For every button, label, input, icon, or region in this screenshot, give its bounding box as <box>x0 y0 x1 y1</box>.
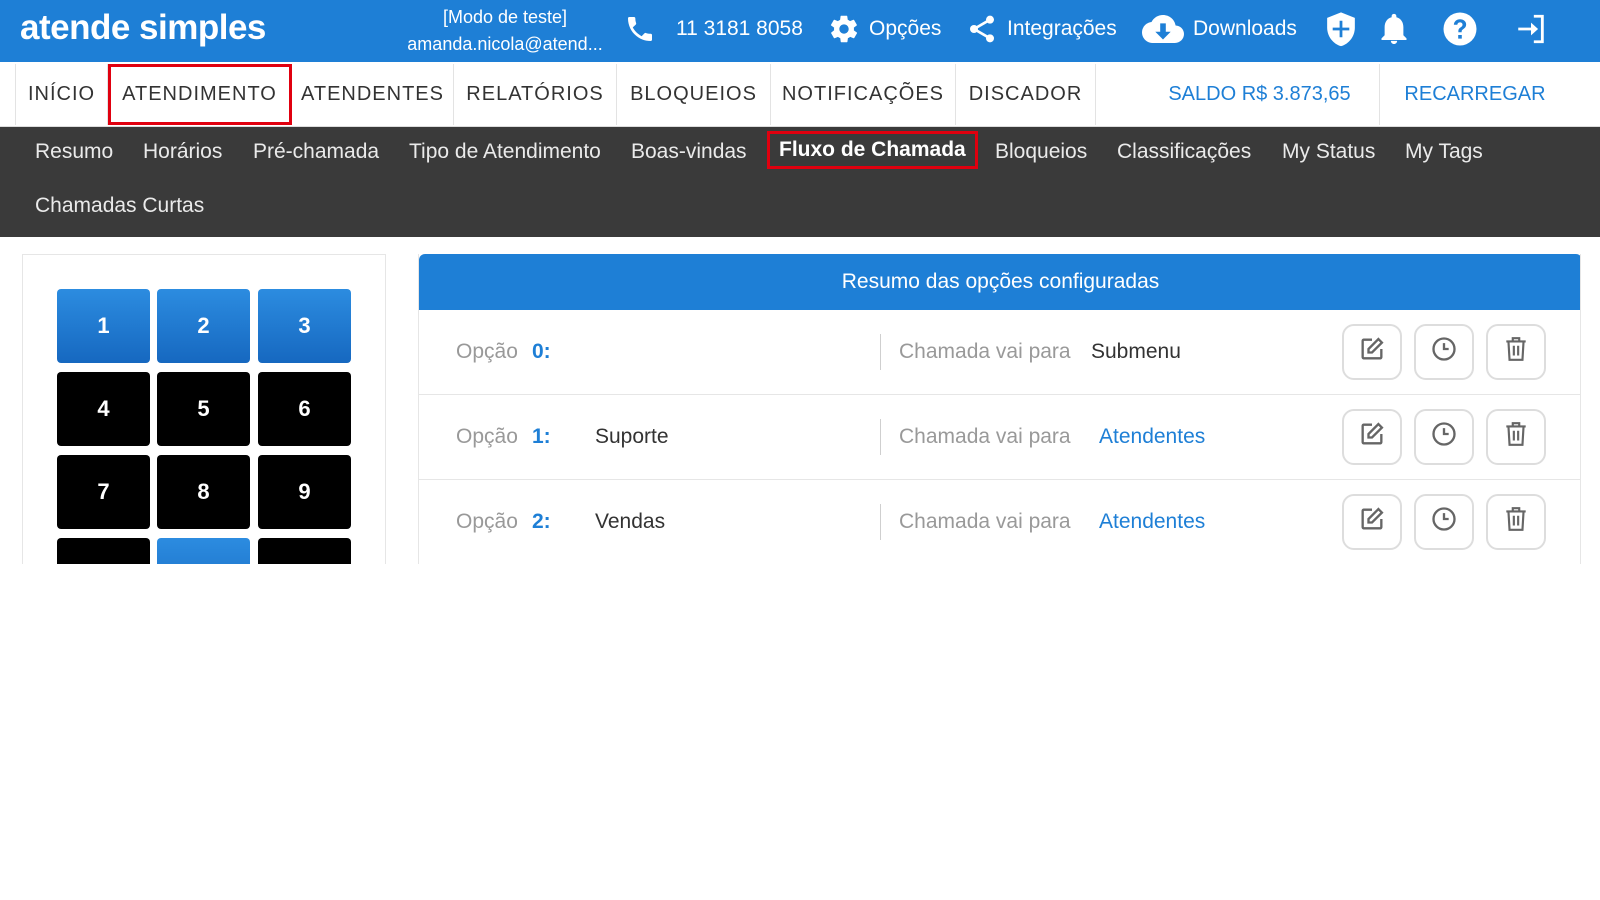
destination-value: Submenu <box>1091 340 1181 363</box>
key-1[interactable]: 1 <box>57 289 150 363</box>
option-word: Opção <box>456 425 518 448</box>
nav-relatorios[interactable]: RELATÓRIOS <box>454 64 617 125</box>
security-shield-icon[interactable] <box>1322 10 1360 48</box>
option-row: Opção 2: Vendas Chamada vai para Atenden… <box>419 480 1580 564</box>
delete-button[interactable] <box>1486 409 1546 465</box>
integrations-label: Integrações <box>1007 17 1117 40</box>
subnav-tipo-atendimento[interactable]: Tipo de Atendimento <box>409 133 601 171</box>
edit-icon <box>1358 335 1386 369</box>
divider <box>880 334 881 370</box>
key-9[interactable]: 9 <box>258 455 351 529</box>
trash-icon <box>1503 420 1529 454</box>
downloads-menu[interactable]: Downloads <box>1142 0 1297 58</box>
goes-to-label: Chamada vai para <box>899 425 1071 448</box>
key-6[interactable]: 6 <box>258 372 351 446</box>
option-name: Vendas <box>595 510 666 533</box>
delete-button[interactable] <box>1486 324 1546 380</box>
subnav-pre-chamada[interactable]: Pré-chamada <box>253 133 379 171</box>
nav-atendentes[interactable]: ATENDENTES <box>292 64 454 125</box>
nav-inicio[interactable]: INÍCIO <box>15 64 108 125</box>
destination-link[interactable]: Atendentes <box>1099 425 1205 449</box>
options-menu[interactable]: Opções <box>828 0 941 58</box>
schedule-button[interactable] <box>1414 409 1474 465</box>
option-word: Opção <box>456 340 518 363</box>
user-block[interactable]: [Modo de teste] amanda.nicola@atend... <box>396 4 614 58</box>
key-4[interactable]: 4 <box>57 372 150 446</box>
phone-label: 11 3181 8058 <box>676 17 803 40</box>
gear-icon <box>828 13 860 45</box>
options-summary-title: Resumo das opções configuradas <box>419 254 1580 310</box>
clock-icon <box>1430 420 1458 454</box>
schedule-button[interactable] <box>1414 494 1474 550</box>
schedule-button[interactable] <box>1414 324 1474 380</box>
option-word: Opção <box>456 510 518 533</box>
keypad-panel: 1 2 3 4 5 6 7 8 9 <box>22 254 386 564</box>
key-7[interactable]: 7 <box>57 455 150 529</box>
options-label: Opções <box>869 17 942 40</box>
edit-icon <box>1358 420 1386 454</box>
phone-icon <box>624 13 656 45</box>
mode-label: [Modo de teste] <box>442 7 568 27</box>
app-logo[interactable]: atende simples <box>20 8 266 48</box>
divider <box>880 504 881 540</box>
key-hash[interactable] <box>258 538 351 564</box>
goes-to-label: Chamada vai para <box>899 510 1071 533</box>
key-star[interactable] <box>57 538 150 564</box>
nav-atendimento[interactable]: ATENDIMENTO <box>108 64 292 125</box>
key-0[interactable] <box>157 538 250 564</box>
edit-button[interactable] <box>1342 409 1402 465</box>
clock-icon <box>1430 335 1458 369</box>
subnav-chamadas-curtas[interactable]: Chamadas Curtas <box>35 187 204 225</box>
integrations-menu[interactable]: Integrações <box>966 0 1117 58</box>
key-5[interactable]: 5 <box>157 372 250 446</box>
subnav-my-tags[interactable]: My Tags <box>1405 133 1483 171</box>
top-bar: atende simples [Modo de teste] amanda.ni… <box>0 0 1600 62</box>
destination-link[interactable]: Atendentes <box>1099 510 1205 534</box>
option-row: Opção 0: Chamada vai para Submenu <box>419 310 1580 395</box>
key-2[interactable]: 2 <box>157 289 250 363</box>
user-email: amanda.nicola@atend... <box>407 34 603 54</box>
clock-icon <box>1430 505 1458 539</box>
subnav-my-status[interactable]: My Status <box>1282 133 1375 171</box>
nav-bloqueios[interactable]: BLOQUEIOS <box>617 64 771 125</box>
trash-icon <box>1503 505 1529 539</box>
nav-notificacoes[interactable]: NOTIFICAÇÕES <box>771 64 956 125</box>
sub-nav: Resumo Horários Pré-chamada Tipo de Aten… <box>0 127 1600 237</box>
option-number: 2: <box>532 510 551 533</box>
divider <box>880 419 881 455</box>
options-summary-panel: Resumo das opções configuradas Opção 0: … <box>418 254 1581 564</box>
edit-icon <box>1358 505 1386 539</box>
balance-label: SALDO R$ 3.873,65 <box>1140 64 1380 125</box>
option-name: Suporte <box>595 425 669 448</box>
logout-icon[interactable] <box>1512 10 1550 48</box>
trash-icon <box>1503 335 1529 369</box>
key-3[interactable]: 3 <box>258 289 351 363</box>
share-icon <box>966 13 998 45</box>
option-number: 1: <box>532 425 551 448</box>
delete-button[interactable] <box>1486 494 1546 550</box>
edit-button[interactable] <box>1342 324 1402 380</box>
option-row: Opção 1: Suporte Chamada vai para Atende… <box>419 395 1580 480</box>
subnav-bloqueios[interactable]: Bloqueios <box>995 133 1087 171</box>
phone-number[interactable]: 11 3181 8058 <box>624 0 803 58</box>
key-8[interactable]: 8 <box>157 455 250 529</box>
subnav-resumo[interactable]: Resumo <box>35 133 113 171</box>
goes-to-label: Chamada vai para <box>899 340 1071 363</box>
option-number: 0: <box>532 340 551 363</box>
main-nav: INÍCIO ATENDIMENTO ATENDENTES RELATÓRIOS… <box>0 62 1600 127</box>
subnav-boas-vindas[interactable]: Boas-vindas <box>631 133 747 171</box>
edit-button[interactable] <box>1342 494 1402 550</box>
recharge-link[interactable]: RECARREGAR <box>1380 64 1570 125</box>
subnav-horarios[interactable]: Horários <box>143 133 222 171</box>
bell-icon[interactable] <box>1375 10 1413 48</box>
subnav-classificacoes[interactable]: Classificações <box>1117 133 1251 171</box>
subnav-fluxo-chamada[interactable]: Fluxo de Chamada <box>767 131 978 169</box>
downloads-label: Downloads <box>1193 17 1297 40</box>
help-icon[interactable] <box>1441 10 1479 48</box>
cloud-download-icon <box>1142 13 1184 45</box>
nav-discador[interactable]: DISCADOR <box>956 64 1096 125</box>
